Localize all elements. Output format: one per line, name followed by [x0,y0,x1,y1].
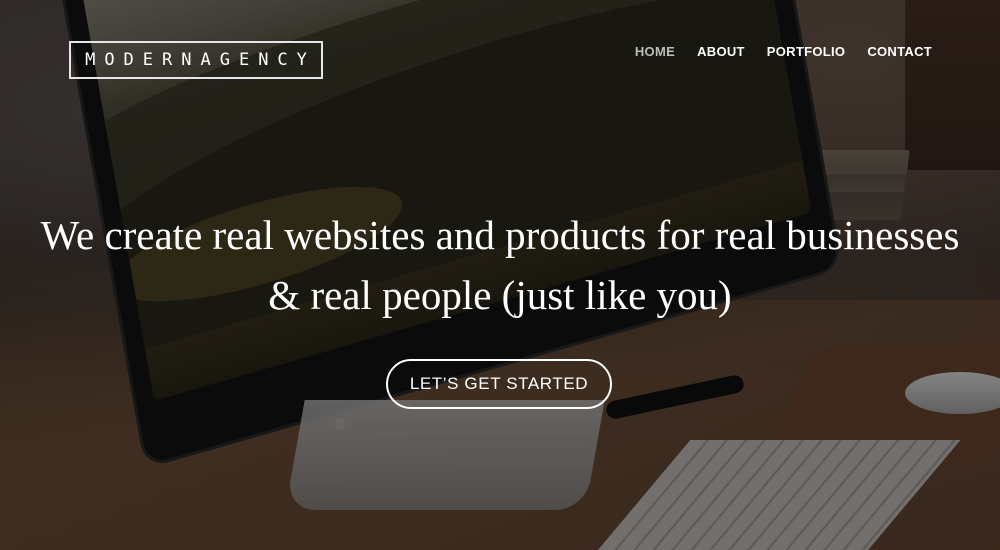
logo[interactable]: MODERNAGENCY [69,41,323,79]
nav-item-contact[interactable]: CONTACT [867,44,932,59]
nav-item-home[interactable]: HOME [635,44,675,59]
get-started-button[interactable]: LET’S GET STARTED [386,359,612,409]
hero-headline: We create real websites and products for… [0,205,1000,325]
nav-item-about[interactable]: ABOUT [697,44,745,59]
nav-item-portfolio[interactable]: PORTFOLIO [767,44,846,59]
hero-headline-line-2: & real people (just like you) [268,272,732,318]
hero-headline-line-1: We create real websites and products for… [40,212,960,258]
main-nav: HOME ABOUT PORTFOLIO CONTACT [635,44,932,59]
